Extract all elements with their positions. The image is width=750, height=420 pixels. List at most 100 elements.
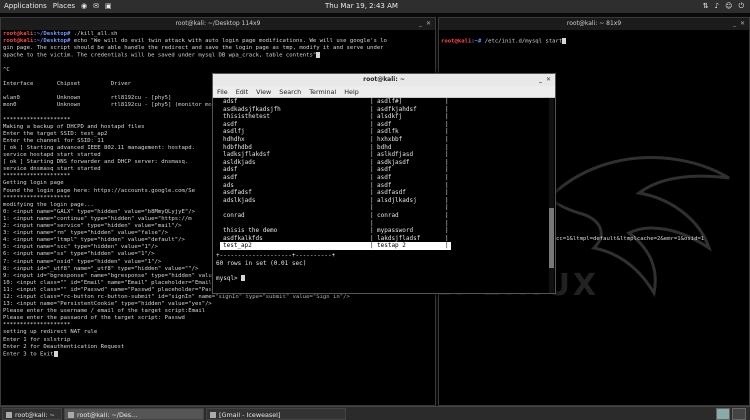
browser-icon — [210, 412, 216, 418]
cell-divider: | — [445, 211, 449, 219]
cell-ssid: ads — [223, 181, 234, 189]
taskbar-item[interactable]: root@kali: ~/Des... — [64, 408, 204, 420]
log-line: setting up redirect NAT rule — [3, 329, 98, 336]
table-row: ladksjflakdsf | aslkdfjasd | — [220, 151, 451, 159]
close-icon[interactable]: ✕ — [546, 74, 551, 86]
cell-divider: | — [445, 143, 449, 151]
network-icon[interactable]: ⇅ — [703, 0, 709, 13]
cell-divider: | — [445, 189, 449, 197]
cell-password: asdlf#] — [377, 98, 403, 105]
cell-ssid: test_ap2 — [223, 242, 252, 250]
table-row: | | — [220, 220, 451, 228]
cell-password: bdhd — [377, 143, 392, 151]
table-row: ads | asdf | — [220, 182, 451, 190]
terminal-line: gin page. The script should be able hand… — [3, 45, 384, 52]
table-row: asldkjads | asdkjasdf | — [220, 159, 451, 167]
table-row: thisisthetest | alsdkfj | — [220, 113, 451, 121]
menu-search[interactable]: Search — [279, 86, 301, 97]
minimize-icon[interactable]: _ — [539, 74, 542, 86]
volume-icon[interactable]: ♪ — [715, 0, 719, 13]
cell-password: asdkjasdf — [377, 158, 410, 166]
cell-ssid: adsf — [223, 98, 238, 105]
log-line: ******************** — [3, 322, 71, 329]
log-line: Enter 1 for sslstrip — [3, 336, 71, 343]
cell-divider: | — [370, 151, 374, 159]
prompt-path: :~# — [471, 38, 482, 45]
scrollbar-thumb[interactable] — [549, 208, 554, 268]
top-panel: Applications Places ◉ ✉ ▣ Thu Mar 19, 2:… — [0, 0, 750, 13]
mysql-output[interactable]: adsf | asdlf#] | asdkadsjfkadsjfh | asdfkjahds… — [213, 98, 555, 293]
cell-divider: | — [370, 211, 374, 219]
url-snippet: cc=1&ltmpl=default&ltmplcache=2&emr=1&os… — [556, 236, 705, 242]
mail-launcher-icon[interactable]: ✉ — [93, 0, 99, 13]
cell-divider: | — [370, 105, 374, 113]
cell-ssid: asldkjads — [223, 158, 256, 166]
power-icon[interactable]: ⏻ — [738, 0, 744, 13]
prompt-user: root@kali — [3, 31, 34, 37]
table-row: asdfadsf | asdfasdf | — [220, 189, 451, 197]
menu-help[interactable]: Help — [344, 86, 359, 97]
table-row: hdbfhdbd | bdhd | — [220, 144, 451, 152]
cell-password: asdf — [377, 120, 392, 128]
cell-divider: | — [445, 158, 449, 166]
cell-divider: | — [370, 158, 374, 166]
cell-ssid: asdkadsjfkadsjfh — [223, 105, 281, 113]
menu-bar: File Edit View Search Terminal Help — [213, 86, 555, 98]
taskbar-item[interactable]: [Gmail - Iceweasel] — [206, 408, 346, 420]
cell-divider: | — [445, 227, 449, 235]
close-icon[interactable]: ✕ — [740, 18, 745, 30]
command-text: echo "We will do evil twin attack with a… — [70, 38, 387, 45]
cell-password: asdf — [377, 181, 392, 189]
scrollbar[interactable] — [549, 98, 554, 293]
table-row: hdhdhx | hxhxbbf | — [220, 136, 451, 144]
terminal-output[interactable]: root@kali:~# /etc/init.d/mysql start — [439, 30, 749, 47]
minimize-icon[interactable]: _ — [419, 18, 422, 30]
menu-edit[interactable]: Edit — [236, 86, 248, 97]
browser-launcher-icon[interactable]: ◉ — [81, 0, 87, 13]
table-row: asdlfj | asdlfk | — [220, 128, 451, 136]
user-icon[interactable]: ☺ — [725, 0, 732, 13]
clock[interactable]: Thu Mar 19, 2:43 AM — [325, 0, 398, 13]
window-title: root@kali: ~ 81x9 — [566, 20, 622, 27]
cell-divider: | — [445, 173, 449, 181]
cell-password: conrad — [377, 211, 399, 219]
log-line: 13: <input name="PersistentCookie" type=… — [3, 301, 212, 308]
cell-divider: | — [370, 204, 374, 212]
cell-divider: | — [370, 189, 374, 197]
minimize-icon[interactable]: _ — [733, 18, 736, 30]
terminal-icon — [68, 412, 74, 418]
cell-divider: | — [445, 113, 449, 121]
cell-divider: | — [370, 120, 374, 128]
cell-ssid: asdfkalkfds — [223, 234, 263, 242]
cell-password: hxhxbbf — [377, 135, 403, 143]
query-result-table: adsf | asdlf#] | asdkadsjfkadsjfh | asdfkjahds… — [220, 98, 451, 250]
command-text: /etc/init.d/mysql start — [481, 38, 563, 45]
menu-file[interactable]: File — [217, 86, 228, 97]
mysql-terminal-window[interactable]: root@kali: ~ _ ✕ File Edit View Search Te… — [212, 73, 556, 294]
terminal-launcher-icon[interactable]: ▣ — [105, 0, 112, 13]
table-row: conrad | conrad | — [220, 212, 451, 220]
cell-divider: | — [445, 105, 449, 113]
workspace-1[interactable] — [716, 408, 730, 420]
cell-divider: | — [445, 151, 449, 159]
places-menu[interactable]: Places — [53, 0, 75, 13]
cell-password: aslkdfjasd — [377, 151, 414, 159]
terminal-icon — [6, 412, 12, 418]
cell-password: lakdsjfladsf — [377, 234, 421, 242]
cell-divider: | — [370, 135, 374, 143]
taskbar-item[interactable]: root@kali: ~ — [2, 408, 62, 420]
menu-view[interactable]: View — [256, 86, 271, 97]
cell-password: asdf — [377, 173, 392, 181]
table-row: asdfkalkfds | lakdsjfladsf | — [220, 235, 451, 243]
close-icon[interactable]: ✕ — [426, 18, 431, 30]
cell-divider: | — [445, 204, 449, 212]
log-line: Enter 3 to Exit — [3, 350, 433, 359]
applications-menu[interactable]: Applications — [4, 0, 47, 13]
table-row: | | — [220, 204, 451, 212]
cell-password: mypassword — [377, 227, 414, 235]
workspace-2[interactable] — [732, 408, 746, 420]
cell-password: alsdkfj — [377, 113, 403, 121]
menu-terminal[interactable]: Terminal — [309, 86, 336, 97]
cell-ssid: hdhdhx — [223, 135, 245, 143]
